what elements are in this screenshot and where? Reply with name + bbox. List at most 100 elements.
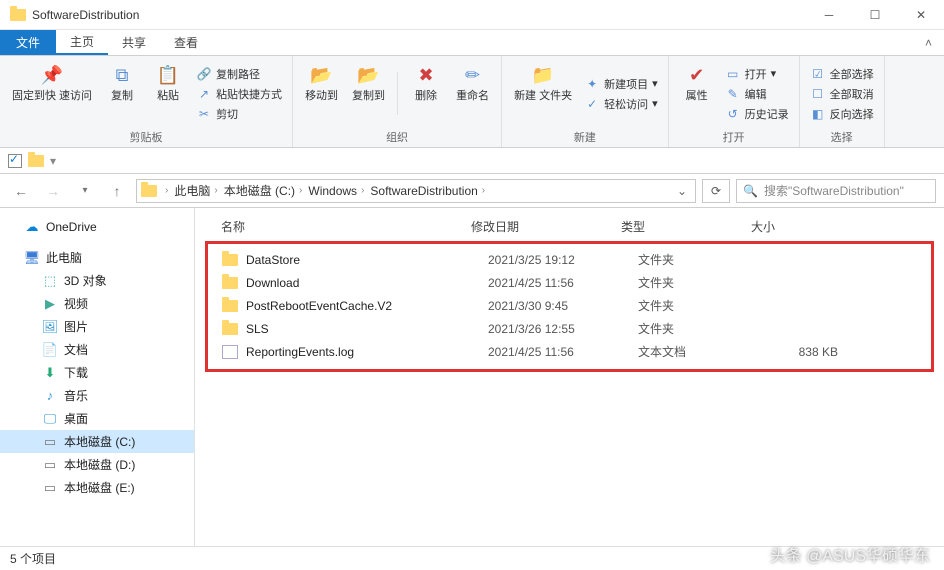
sidebar-item-drive-e[interactable]: ▭本地磁盘 (E:) <box>0 476 194 499</box>
tab-file[interactable]: 文件 <box>0 30 56 55</box>
folder-icon <box>222 254 238 266</box>
ribbon-collapse-button[interactable]: ˄ <box>913 30 944 55</box>
file-date: 2021/4/25 11:56 <box>488 276 638 290</box>
shortcut-icon: ↗ <box>196 86 212 102</box>
qat-checkbox[interactable] <box>8 154 22 168</box>
sidebar-item-documents[interactable]: 📄文档 <box>0 338 194 361</box>
group-label-new: 新建 <box>510 127 660 145</box>
image-icon: 🖼 <box>42 319 58 335</box>
file-type: 文件夹 <box>638 320 768 337</box>
qat-folder-icon[interactable] <box>28 155 44 167</box>
nav-back-button[interactable]: ← <box>8 178 34 204</box>
invert-icon: ◧ <box>810 106 826 122</box>
breadcrumb-item[interactable]: 此电脑› <box>172 182 219 199</box>
paste-button[interactable]: 📋粘贴 <box>148 60 188 127</box>
column-headers[interactable]: 名称 修改日期 类型 大小 <box>205 214 934 241</box>
music-icon: ♪ <box>42 388 58 404</box>
nav-up-button[interactable]: ↑ <box>104 178 130 204</box>
sidebar-item-onedrive[interactable]: ☁OneDrive <box>0 216 194 238</box>
doc-icon: 📄 <box>42 342 58 358</box>
edit-button[interactable]: ✎编辑 <box>723 85 791 103</box>
invert-selection-button[interactable]: ◧反向选择 <box>808 105 876 123</box>
close-button[interactable]: ✕ <box>898 0 944 30</box>
sidebar-item-drive-c[interactable]: ▭本地磁盘 (C:) <box>0 430 194 453</box>
column-size[interactable]: 大小 <box>751 218 831 235</box>
select-all-button[interactable]: ☑全部选择 <box>808 65 876 83</box>
refresh-button[interactable]: ⟳ <box>702 179 730 203</box>
qat-dropdown[interactable]: ▾ <box>50 154 56 168</box>
move-to-button[interactable]: 📂移动到 <box>301 60 342 127</box>
new-folder-button[interactable]: 📁新建 文件夹 <box>510 60 576 127</box>
sidebar-item-3d-objects[interactable]: ⬚3D 对象 <box>0 269 194 292</box>
pin-button[interactable]: 📌固定到快 速访问 <box>8 60 96 127</box>
file-type: 文件夹 <box>638 274 768 291</box>
properties-button[interactable]: ✔属性 <box>677 60 717 127</box>
rename-button[interactable]: ✏重命名 <box>452 60 493 127</box>
sidebar-item-music[interactable]: ♪音乐 <box>0 384 194 407</box>
select-none-button[interactable]: ☐全部取消 <box>808 85 876 103</box>
select-none-icon: ☐ <box>810 86 826 102</box>
sidebar-item-drive-d[interactable]: ▭本地磁盘 (D:) <box>0 453 194 476</box>
new-item-button[interactable]: ✦新建项目 ▾ <box>582 75 660 93</box>
copy-to-icon: 📂 <box>356 62 382 88</box>
address-dropdown[interactable]: ⌄ <box>673 184 691 198</box>
drive-icon: ▭ <box>42 434 58 450</box>
sidebar-item-downloads[interactable]: ⬇下载 <box>0 361 194 384</box>
file-size: 838 KB <box>768 345 848 359</box>
minimize-button[interactable]: ─ <box>806 0 852 30</box>
copy-button[interactable]: ⧉复制 <box>102 60 142 127</box>
column-date[interactable]: 修改日期 <box>471 218 621 235</box>
navigation-pane: ☁OneDrive 🖥此电脑 ⬚3D 对象 ▶视频 🖼图片 📄文档 ⬇下载 ♪音… <box>0 208 195 546</box>
file-name: DataStore <box>246 253 488 267</box>
file-name: PostRebootEventCache.V2 <box>246 299 488 313</box>
address-field[interactable]: › 此电脑› 本地磁盘 (C:)› Windows› SoftwareDistr… <box>136 179 696 203</box>
file-row[interactable]: DataStore2021/3/25 19:12文件夹 <box>214 248 925 271</box>
easy-access-icon: ✓ <box>584 96 600 112</box>
cube-icon: ⬚ <box>42 273 58 289</box>
column-type[interactable]: 类型 <box>621 218 751 235</box>
file-list-pane: 名称 修改日期 类型 大小 DataStore2021/3/25 19:12文件… <box>195 208 944 546</box>
maximize-button[interactable]: ☐ <box>852 0 898 30</box>
drive-icon: ▭ <box>42 457 58 473</box>
group-label-clipboard: 剪贴板 <box>8 127 284 145</box>
group-open: ✔属性 ▭打开 ▾ ✎编辑 ↺历史记录 打开 <box>669 56 800 147</box>
pc-icon: 🖥 <box>24 250 40 266</box>
copy-to-button[interactable]: 📂复制到 <box>348 60 389 127</box>
easy-access-button[interactable]: ✓轻松访问 ▾ <box>582 95 660 113</box>
breadcrumb-sep[interactable]: › <box>163 185 170 196</box>
nav-forward-button[interactable]: → <box>40 178 66 204</box>
group-label-select: 选择 <box>808 127 876 145</box>
file-row[interactable]: ReportingEvents.log2021/4/25 11:56文本文档83… <box>214 340 925 363</box>
cut-button[interactable]: ✂剪切 <box>194 105 284 123</box>
breadcrumb-item[interactable]: Windows› <box>306 184 366 198</box>
tab-home[interactable]: 主页 <box>56 30 108 55</box>
breadcrumb-item[interactable]: 本地磁盘 (C:)› <box>222 182 305 199</box>
folder-icon <box>10 9 26 21</box>
copy-path-button[interactable]: 🔗复制路径 <box>194 65 284 83</box>
sidebar-item-desktop[interactable]: 🖵桌面 <box>0 407 194 430</box>
open-button[interactable]: ▭打开 ▾ <box>723 65 791 83</box>
breadcrumb-item[interactable]: SoftwareDistribution› <box>368 184 487 198</box>
file-type: 文件夹 <box>638 297 768 314</box>
delete-button[interactable]: ✖删除 <box>406 60 446 127</box>
nav-recent-button[interactable]: ▾ <box>72 178 98 204</box>
file-row[interactable]: SLS2021/3/26 12:55文件夹 <box>214 317 925 340</box>
history-icon: ↺ <box>725 106 741 122</box>
paste-shortcut-button[interactable]: ↗粘贴快捷方式 <box>194 85 284 103</box>
sidebar-item-this-pc[interactable]: 🖥此电脑 <box>0 246 194 269</box>
group-organize: 📂移动到 📂复制到 ✖删除 ✏重命名 组织 <box>293 56 502 147</box>
tab-share[interactable]: 共享 <box>108 30 160 55</box>
sidebar-item-videos[interactable]: ▶视频 <box>0 292 194 315</box>
ribbon: 📌固定到快 速访问 ⧉复制 📋粘贴 🔗复制路径 ↗粘贴快捷方式 ✂剪切 剪贴板 … <box>0 56 944 148</box>
file-row[interactable]: Download2021/4/25 11:56文件夹 <box>214 271 925 294</box>
search-input[interactable]: 🔍 搜索"SoftwareDistribution" <box>736 179 936 203</box>
folder-icon <box>222 300 238 312</box>
history-button[interactable]: ↺历史记录 <box>723 105 791 123</box>
main-area: ☁OneDrive 🖥此电脑 ⬚3D 对象 ▶视频 🖼图片 📄文档 ⬇下载 ♪音… <box>0 208 944 546</box>
sidebar-item-pictures[interactable]: 🖼图片 <box>0 315 194 338</box>
status-text: 5 个项目 <box>10 550 56 567</box>
column-name[interactable]: 名称 <box>221 218 471 235</box>
open-icon: ▭ <box>725 66 741 82</box>
file-row[interactable]: PostRebootEventCache.V22021/3/30 9:45文件夹 <box>214 294 925 317</box>
tab-view[interactable]: 查看 <box>160 30 212 55</box>
